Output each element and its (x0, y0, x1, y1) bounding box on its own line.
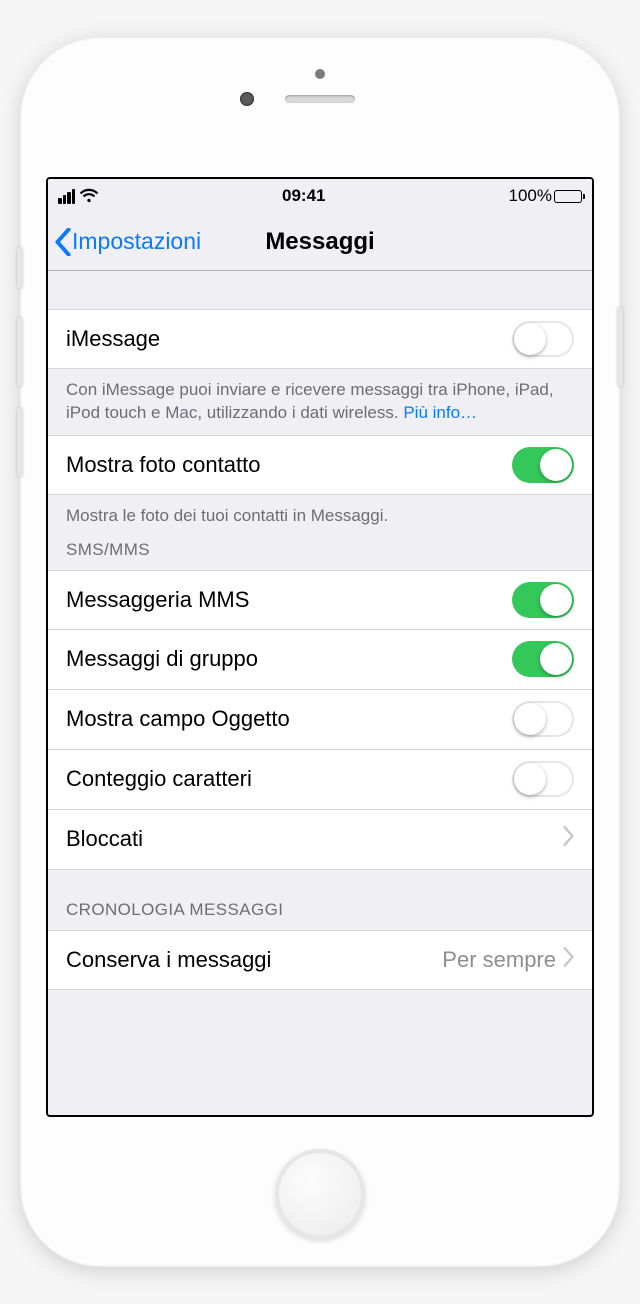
character-count-row[interactable]: Conteggio caratteri (48, 750, 592, 810)
section-history: Conserva i messaggi Per sempre (48, 930, 592, 990)
subject-field-label: Mostra campo Oggetto (66, 706, 512, 732)
chevron-right-icon (562, 947, 574, 973)
mute-switch (17, 247, 23, 289)
front-camera (240, 92, 254, 106)
imessage-toggle[interactable] (512, 321, 574, 357)
back-button[interactable]: Impostazioni (54, 228, 201, 256)
blocked-row[interactable]: Bloccati (48, 810, 592, 870)
group-messages-label: Messaggi di gruppo (66, 646, 512, 672)
imessage-label: iMessage (66, 326, 512, 352)
blocked-label: Bloccati (66, 826, 562, 852)
page-title: Messaggi (265, 228, 374, 256)
show-contact-photos-label: Mostra foto contatto (66, 452, 512, 478)
more-info-link[interactable]: Più info… (403, 403, 477, 422)
keep-messages-value: Per sempre (442, 947, 556, 973)
screen: 09:41 100% Impostazioni Messaggi iMes (46, 177, 594, 1117)
power-button (617, 307, 623, 387)
chevron-right-icon (562, 826, 574, 852)
settings-content[interactable]: iMessage Con iMessage puoi inviare e ric… (48, 271, 592, 1115)
subject-field-toggle[interactable] (512, 701, 574, 737)
mms-toggle[interactable] (512, 582, 574, 618)
keep-messages-label: Conserva i messaggi (66, 947, 442, 973)
battery-indicator: 100% (509, 186, 582, 206)
status-bar: 09:41 100% (48, 179, 592, 213)
history-header: CRONOLOGIA MESSAGGI (48, 870, 592, 930)
navigation-bar: Impostazioni Messaggi (48, 213, 592, 271)
subject-field-row[interactable]: Mostra campo Oggetto (48, 690, 592, 750)
show-contact-photos-row[interactable]: Mostra foto contatto (48, 435, 592, 495)
back-label: Impostazioni (72, 228, 201, 255)
sensor-dot (315, 69, 325, 79)
section-imessage: iMessage (48, 309, 592, 369)
sms-mms-header: SMS/MMS (48, 532, 592, 570)
character-count-toggle[interactable] (512, 761, 574, 797)
imessage-footer-text: Con iMessage puoi inviare e ricevere mes… (66, 380, 554, 422)
show-contact-photos-toggle[interactable] (512, 447, 574, 483)
imessage-row[interactable]: iMessage (48, 309, 592, 369)
group-messages-toggle[interactable] (512, 641, 574, 677)
imessage-footer: Con iMessage puoi inviare e ricevere mes… (48, 369, 592, 435)
mms-label: Messaggeria MMS (66, 587, 512, 613)
home-button[interactable] (275, 1149, 365, 1239)
mms-row[interactable]: Messaggeria MMS (48, 570, 592, 630)
chevron-left-icon (54, 228, 72, 256)
battery-percentage: 100% (509, 186, 552, 206)
wifi-icon (79, 188, 99, 204)
iphone-device-frame: 09:41 100% Impostazioni Messaggi iMes (20, 37, 620, 1267)
contact-photos-footer: Mostra le foto dei tuoi contatti in Mess… (48, 495, 592, 532)
character-count-label: Conteggio caratteri (66, 766, 512, 792)
volume-down-button (17, 407, 23, 477)
volume-up-button (17, 317, 23, 387)
keep-messages-row[interactable]: Conserva i messaggi Per sempre (48, 930, 592, 990)
speaker-grille (285, 95, 355, 103)
cellular-signal-icon (58, 189, 75, 204)
status-time: 09:41 (282, 186, 325, 206)
section-contact-photos: Mostra foto contatto (48, 435, 592, 495)
group-messages-row[interactable]: Messaggi di gruppo (48, 630, 592, 690)
section-sms-mms: Messaggeria MMS Messaggi di gruppo Mostr… (48, 570, 592, 870)
battery-icon (554, 190, 582, 203)
